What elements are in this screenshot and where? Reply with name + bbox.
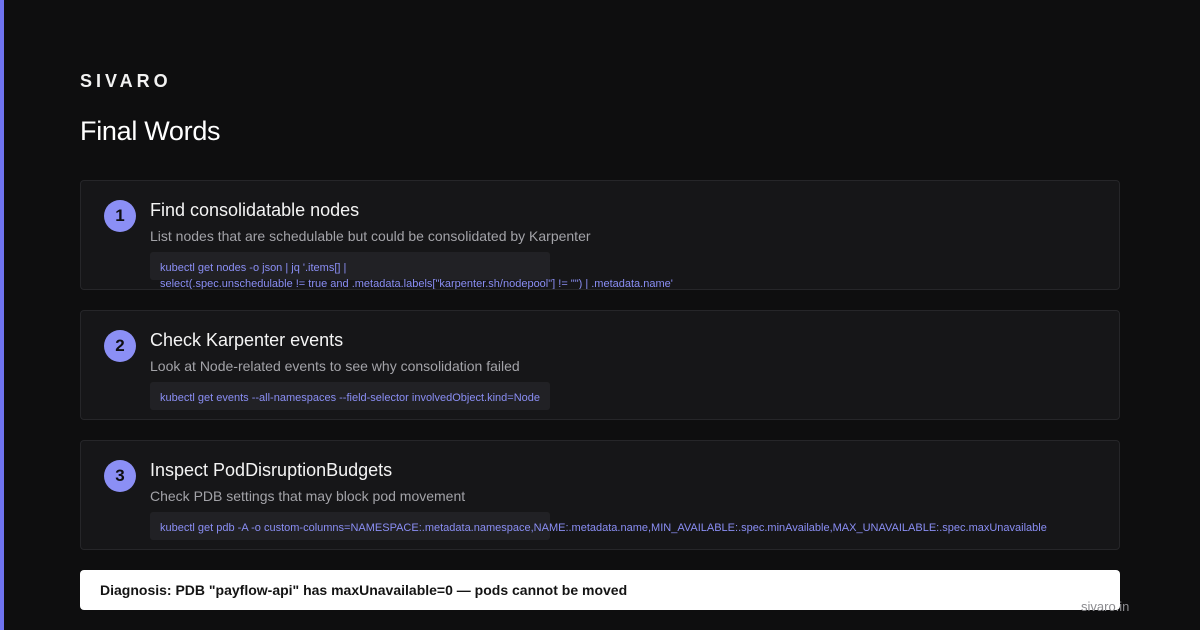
page-title: Final Words (80, 116, 221, 146)
diagnosis-text: Diagnosis: PDB "payflow-api" has maxUnav… (100, 582, 628, 598)
step-number-badge: 3 (104, 460, 136, 492)
step-description: Check PDB settings that may block pod mo… (150, 488, 466, 504)
step-number-badge: 2 (104, 330, 136, 362)
code-snippet[interactable]: kubectl get pdb -A -o custom-columns=NAM… (160, 520, 1047, 536)
step-title: Inspect PodDisruptionBudgets (150, 460, 393, 480)
step-title: Check Karpenter events (150, 330, 344, 350)
code-snippet[interactable]: kubectl get nodes -o json | jq '.items[]… (160, 260, 673, 289)
step-card-2: 2 Check Karpenter events Look at Node-re… (80, 310, 1120, 420)
accent-bar (0, 0, 4, 630)
step-number-badge: 1 (104, 200, 136, 232)
diagnosis-banner: Diagnosis: PDB "payflow-api" has maxUnav… (80, 570, 1120, 610)
step-title: Find consolidatable nodes (150, 200, 360, 220)
footer-domain: sivaro.in (1081, 599, 1130, 614)
step-description: List nodes that are schedulable but coul… (150, 228, 591, 244)
brand-logo: SIVARO (80, 71, 172, 91)
step-card-3: 3 Inspect PodDisruptionBudgets Check PDB… (80, 440, 1120, 550)
step-card-1: 1 Find consolidatable nodes List nodes t… (80, 180, 1120, 290)
step-description: Look at Node-related events to see why c… (150, 358, 520, 374)
code-snippet[interactable]: kubectl get events --all-namespaces --fi… (160, 390, 540, 406)
